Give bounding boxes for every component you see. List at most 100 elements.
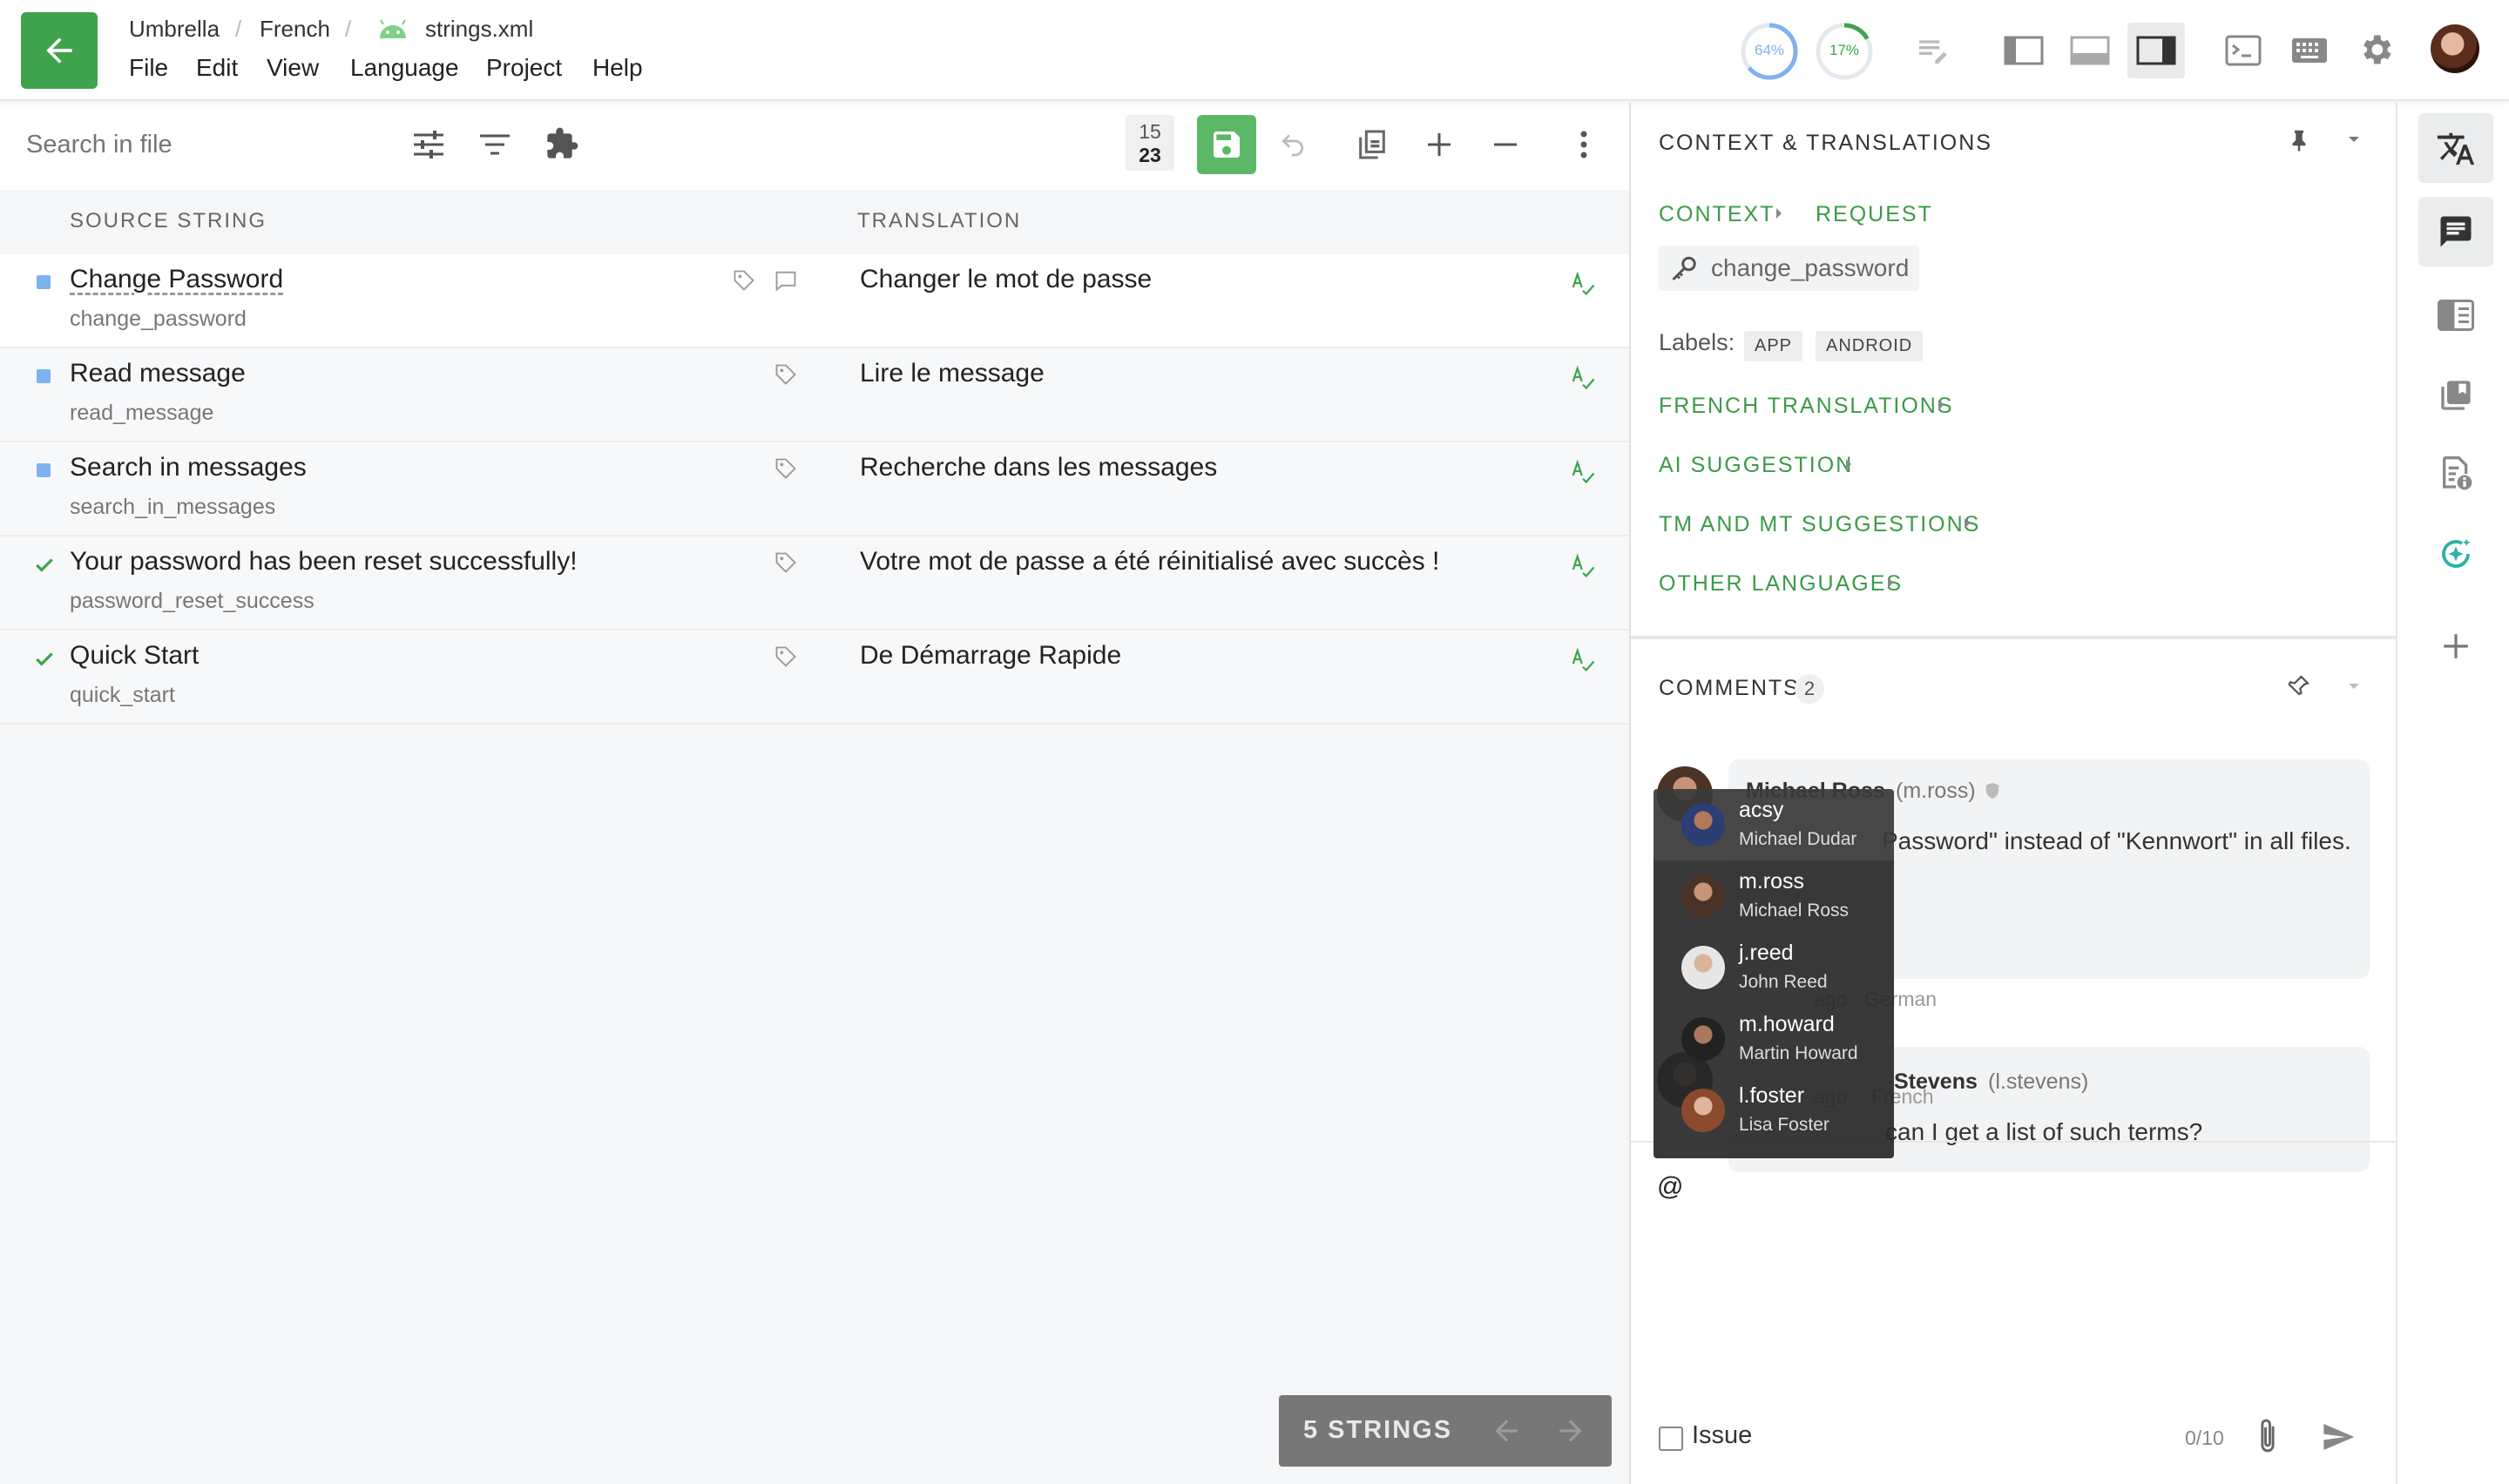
breadcrumb-file[interactable]: strings.xml (425, 16, 533, 43)
column-source-string: SOURCE STRING (70, 209, 267, 233)
attach-paperclip-icon[interactable] (2255, 1418, 2281, 1456)
unconfirmed-status-icon (37, 463, 51, 477)
send-icon[interactable] (2319, 1420, 2357, 1454)
layout-sidebar-right-icon[interactable] (2127, 23, 2185, 78)
spellcheck-icon (1570, 364, 1596, 390)
section-french-translations[interactable]: FRENCH TRANSLATIONS (1659, 394, 1954, 419)
mention-option[interactable]: m.howard Martin Howard (1654, 1003, 1894, 1075)
menu-language[interactable]: Language (350, 54, 459, 82)
pin-icon[interactable] (2286, 125, 2312, 155)
table-row[interactable]: Quick Start quick_start De Démarrage Rap… (0, 631, 1629, 725)
translation-text[interactable]: De Démarrage Rapide (860, 641, 1121, 671)
library-panel-icon[interactable] (2418, 361, 2493, 430)
terminal-icon[interactable] (2223, 31, 2263, 70)
next-string-icon[interactable] (1554, 1414, 1587, 1447)
minus-icon[interactable] (1486, 125, 1525, 164)
comment-text: Password" instead of "Kennwort" in all f… (1882, 827, 2351, 854)
chevron-down-icon[interactable] (2347, 681, 2361, 691)
comments-panel-icon[interactable] (2418, 197, 2493, 266)
tab-request[interactable]: REQUEST (1816, 202, 1933, 227)
mention-option[interactable]: acsy Michael Dudar (1654, 789, 1894, 860)
settings-gear-icon[interactable] (2356, 30, 2396, 70)
source-string: Your password has been reset successfull… (70, 547, 578, 576)
tab-context[interactable]: CONTEXT (1659, 202, 1775, 227)
ai-assistant-panel-icon[interactable] (2418, 519, 2493, 589)
menu-file[interactable]: File (129, 54, 168, 82)
tag-icon[interactable] (732, 268, 756, 293)
breadcrumb-project[interactable]: Umbrella (129, 16, 220, 43)
section-other-languages[interactable]: OTHER LANGUAGES (1659, 571, 1903, 597)
translation-text[interactable]: Recherche dans les messages (860, 453, 1217, 482)
menu-view[interactable]: View (267, 54, 319, 82)
editor-empty-area (0, 725, 1629, 1484)
table-row[interactable]: Read message read_message Lire le messag… (0, 348, 1629, 442)
table-row[interactable]: Your password has been reset successfull… (0, 536, 1629, 631)
spellcheck-icon (1570, 270, 1596, 296)
caret-right-icon (1938, 400, 1944, 410)
table-row[interactable]: Search in messages search_in_messages Re… (0, 442, 1629, 536)
approved-progress[interactable]: 17% (1814, 21, 1875, 82)
translations-panel-icon[interactable] (2418, 113, 2493, 183)
more-vertical-icon[interactable] (1565, 125, 1603, 164)
user-avatar[interactable] (2431, 24, 2479, 73)
approved-progress-label: 17% (1829, 42, 1860, 58)
plus-icon[interactable] (1420, 125, 1458, 164)
issue-checkbox[interactable] (1659, 1427, 1683, 1451)
tag-icon[interactable] (774, 456, 798, 481)
key-icon (1672, 256, 1696, 281)
layout-bottom-icon[interactable] (2068, 31, 2112, 70)
copy-source-icon[interactable] (1352, 124, 1392, 165)
label-chip[interactable]: ANDROID (1816, 331, 1924, 361)
mention-option[interactable]: l.foster Lisa Foster (1654, 1075, 1894, 1146)
file-info-panel-icon[interactable] (2418, 439, 2493, 509)
label-chip[interactable]: APP (1744, 331, 1803, 361)
mention-fullname: John Reed (1739, 972, 1828, 992)
layout-sidebar-left-icon[interactable] (2002, 31, 2046, 70)
tag-icon[interactable] (774, 644, 798, 669)
menu-help[interactable]: Help (592, 54, 643, 82)
caret-right-icon (1965, 518, 1970, 529)
translation-text[interactable]: Changer le mot de passe (860, 265, 1152, 294)
sliders-icon[interactable] (409, 125, 448, 164)
previous-string-icon[interactable] (1490, 1414, 1523, 1447)
mention-option[interactable]: j.reed John Reed (1654, 932, 1894, 1003)
mention-option[interactable]: m.ross Michael Ross (1654, 860, 1894, 932)
string-key: search_in_messages (70, 495, 276, 519)
spellcheck-icon (1570, 458, 1596, 484)
section-tm-mt-suggestions[interactable]: TM AND MT SUGGESTIONS (1659, 512, 1980, 537)
comment-input[interactable]: @ (1657, 1165, 2371, 1461)
puzzle-plugin-icon[interactable] (542, 124, 582, 164)
back-button[interactable] (21, 12, 98, 89)
mention-username: m.ross (1739, 869, 1804, 894)
chevron-down-icon[interactable] (2347, 134, 2361, 145)
string-key: quick_start (70, 683, 175, 707)
comment-icon[interactable] (774, 268, 798, 293)
translation-text[interactable]: Lire le message (860, 359, 1045, 388)
undo-icon[interactable] (1274, 125, 1312, 164)
save-button[interactable] (1197, 115, 1256, 174)
translated-progress-label: 64% (1754, 42, 1785, 58)
table-row[interactable]: Change Password change_password Changer … (0, 254, 1629, 348)
counter-total: 23 (1139, 144, 1161, 166)
tag-icon[interactable] (774, 362, 798, 387)
unpin-icon[interactable] (2286, 671, 2312, 700)
section-ai-suggestion[interactable]: AI SUGGESTION (1659, 453, 1853, 478)
search-in-file-input[interactable] (26, 122, 392, 167)
translated-progress[interactable]: 64% (1739, 21, 1800, 82)
verified-shield-icon (1983, 780, 2002, 801)
section-divider[interactable] (1631, 636, 2396, 639)
keyboard-icon[interactable] (2289, 31, 2330, 70)
menu-project[interactable]: Project (486, 54, 562, 82)
add-panel-plus-icon[interactable] (2418, 611, 2493, 681)
qa-edit-icon[interactable] (1913, 31, 1951, 70)
translation-text[interactable]: Votre mot de passe a été réinitialisé av… (860, 547, 1439, 577)
glossary-panel-icon[interactable] (2418, 280, 2493, 350)
mention-username: m.howard (1739, 1012, 1835, 1036)
spellcheck-icon (1570, 552, 1596, 578)
breadcrumb-separator: / (235, 16, 242, 42)
breadcrumb-language[interactable]: French (260, 16, 330, 43)
filter-icon[interactable] (476, 125, 514, 164)
right-sidebar (2396, 103, 2509, 1484)
menu-edit[interactable]: Edit (196, 54, 238, 82)
tag-icon[interactable] (774, 550, 798, 575)
